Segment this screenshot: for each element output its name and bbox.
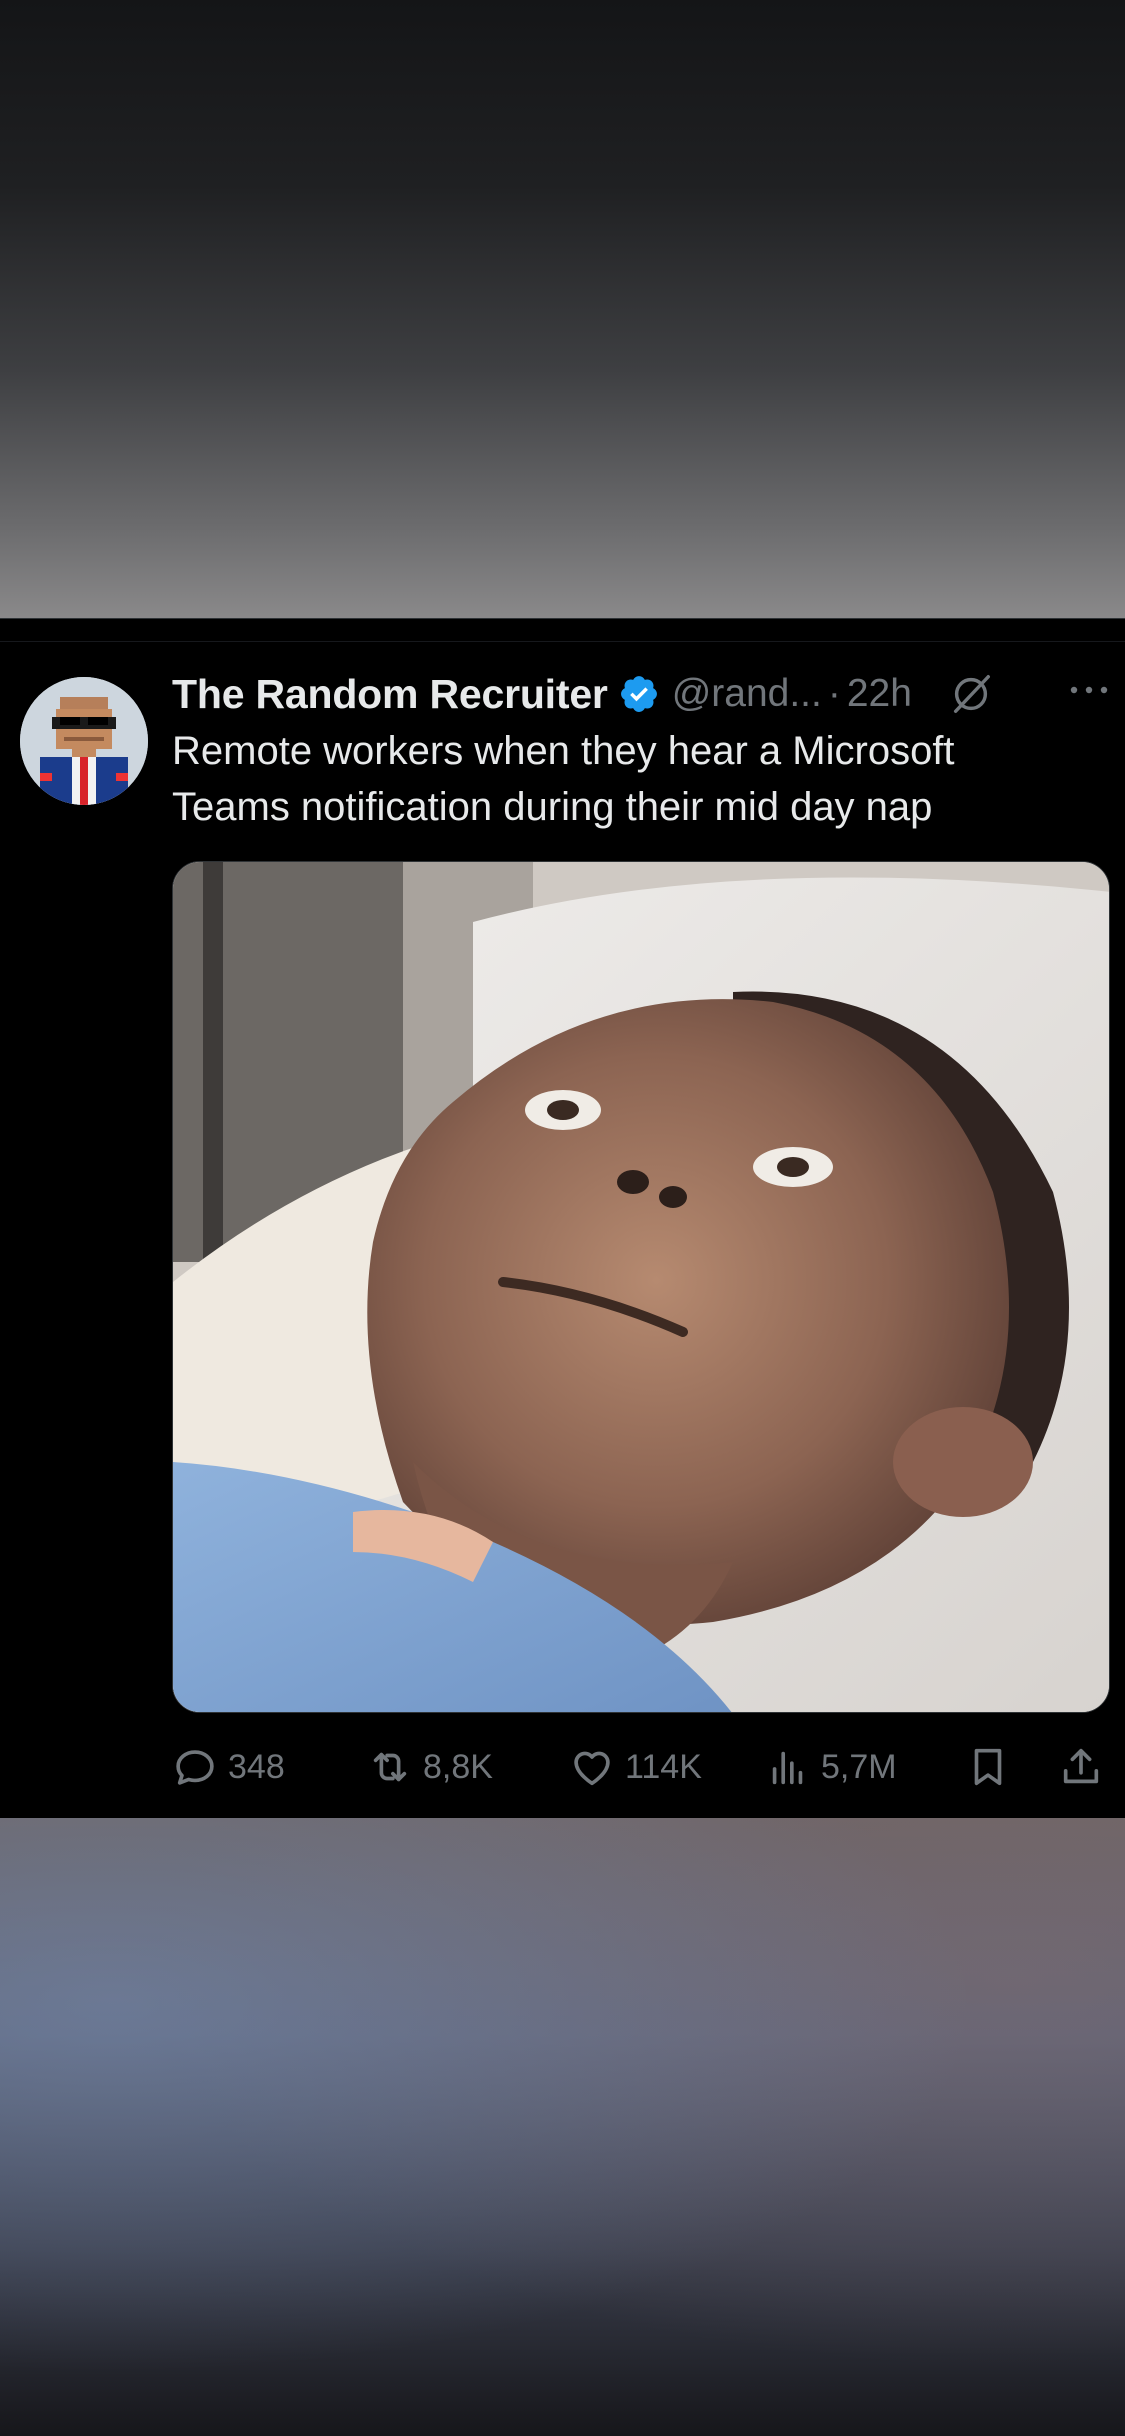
display-name[interactable]: The Random Recruiter xyxy=(172,671,608,718)
like-icon xyxy=(574,1751,610,1786)
reply-icon xyxy=(176,1750,214,1785)
tweet-text-line: Teams notification during their mid day … xyxy=(172,785,933,829)
share-icon xyxy=(1063,1748,1099,1784)
repost-icon xyxy=(373,1752,407,1782)
reply-count: 348 xyxy=(228,1747,285,1786)
blurred-background-top xyxy=(0,0,1125,618)
tweet-card[interactable]: The Random Recruiter @rand... · 22h Remo… xyxy=(0,618,1125,1818)
blurred-background-bottom xyxy=(0,1818,1125,2436)
tweet-header: The Random Recruiter @rand... · 22h xyxy=(172,667,1112,721)
tweet-text: Remote workers when they hear a Microsof… xyxy=(172,723,1102,835)
verified-badge-icon xyxy=(618,673,660,715)
repost-count: 8,8K xyxy=(423,1747,493,1786)
action-bar: 348 8,8K 114K 5,7M xyxy=(172,1737,1110,1797)
divider xyxy=(0,641,1125,642)
avatar[interactable] xyxy=(20,677,148,805)
bookmark-button[interactable] xyxy=(965,1737,1021,1797)
bookmark-icon xyxy=(974,1748,1002,1786)
tweet-text-line: Remote workers when they hear a Microsof… xyxy=(172,729,955,773)
views-icon xyxy=(772,1751,803,1785)
reply-button[interactable]: 348 xyxy=(172,1737,285,1797)
handle[interactable]: @rand... xyxy=(672,672,822,716)
tweet-image[interactable] xyxy=(172,861,1110,1713)
more-icon[interactable] xyxy=(1066,675,1112,705)
share-button[interactable] xyxy=(1058,1737,1114,1797)
views-button[interactable]: 5,7M xyxy=(765,1737,897,1797)
like-button[interactable]: 114K xyxy=(569,1737,702,1797)
like-count: 114K xyxy=(625,1747,702,1786)
grok-icon[interactable] xyxy=(948,671,994,717)
separator-dot: · xyxy=(827,672,841,715)
timestamp[interactable]: 22h xyxy=(847,672,912,716)
views-count: 5,7M xyxy=(821,1747,897,1786)
repost-button[interactable]: 8,8K xyxy=(367,1737,493,1797)
